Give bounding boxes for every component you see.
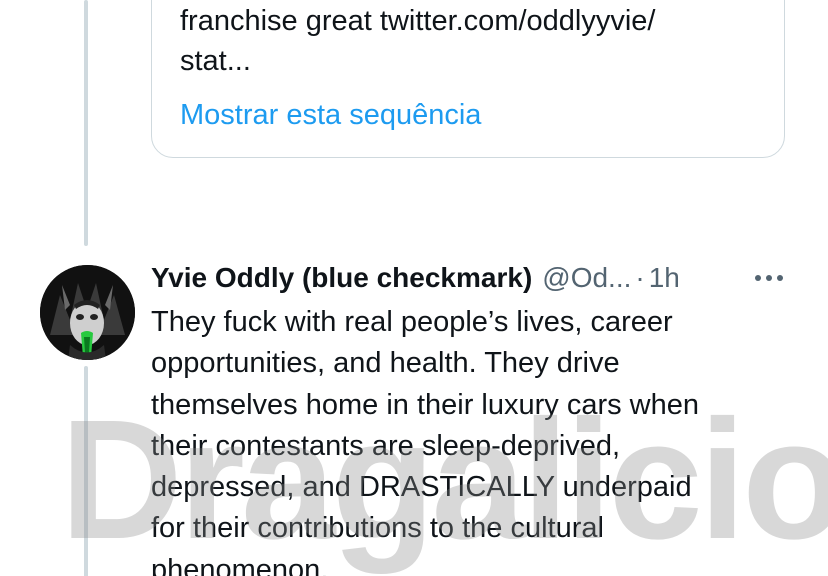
separator-dot: · xyxy=(635,262,645,293)
quoted-tweet-text: franchise great twitter.com/oddlyyvie/ s… xyxy=(180,1,770,81)
tweet-text: They fuck with real people’s lives, care… xyxy=(151,302,811,576)
quoted-tweet-card[interactable]: franchise great twitter.com/oddlyyvie/ s… xyxy=(151,0,785,158)
thread-connector-line xyxy=(84,366,88,576)
tweet-timestamp[interactable]: 1h xyxy=(649,262,680,294)
tweet-text-line: They fuck with real people’s lives, care… xyxy=(151,306,673,338)
tweet-text-line: themselves home in their luxury cars whe… xyxy=(151,388,700,421)
quoted-tweet-line: stat... xyxy=(180,45,251,77)
thread-connector-line xyxy=(84,0,88,246)
tweet-text-line: depressed, and DRASTICALLY underpaid xyxy=(151,471,692,504)
avatar[interactable] xyxy=(40,265,135,360)
avatar-image xyxy=(40,265,135,360)
author-handle[interactable]: @Od... xyxy=(542,262,631,294)
tweet-text-line: for their contributions to the cultural xyxy=(151,512,604,545)
tweet-text-line: their contestants are sleep-deprived, xyxy=(151,429,621,462)
more-button[interactable] xyxy=(751,260,787,296)
tweet-thread-view: franchise great twitter.com/oddlyyvie/ s… xyxy=(0,0,828,576)
author-name[interactable]: Yvie Oddly (blue checkmark) xyxy=(151,262,532,294)
tweet-header: Yvie Oddly (blue checkmark) @Od... · 1h xyxy=(151,258,801,298)
show-thread-link[interactable]: Mostrar esta sequência xyxy=(180,95,481,135)
tweet-text-line: opportunities, and health. They drive xyxy=(151,347,620,380)
tweet-text-line: phenomenon. xyxy=(151,553,329,576)
more-horizontal-icon xyxy=(755,275,783,281)
quoted-tweet-line: franchise great twitter.com/oddlyyvie/ xyxy=(180,5,656,37)
